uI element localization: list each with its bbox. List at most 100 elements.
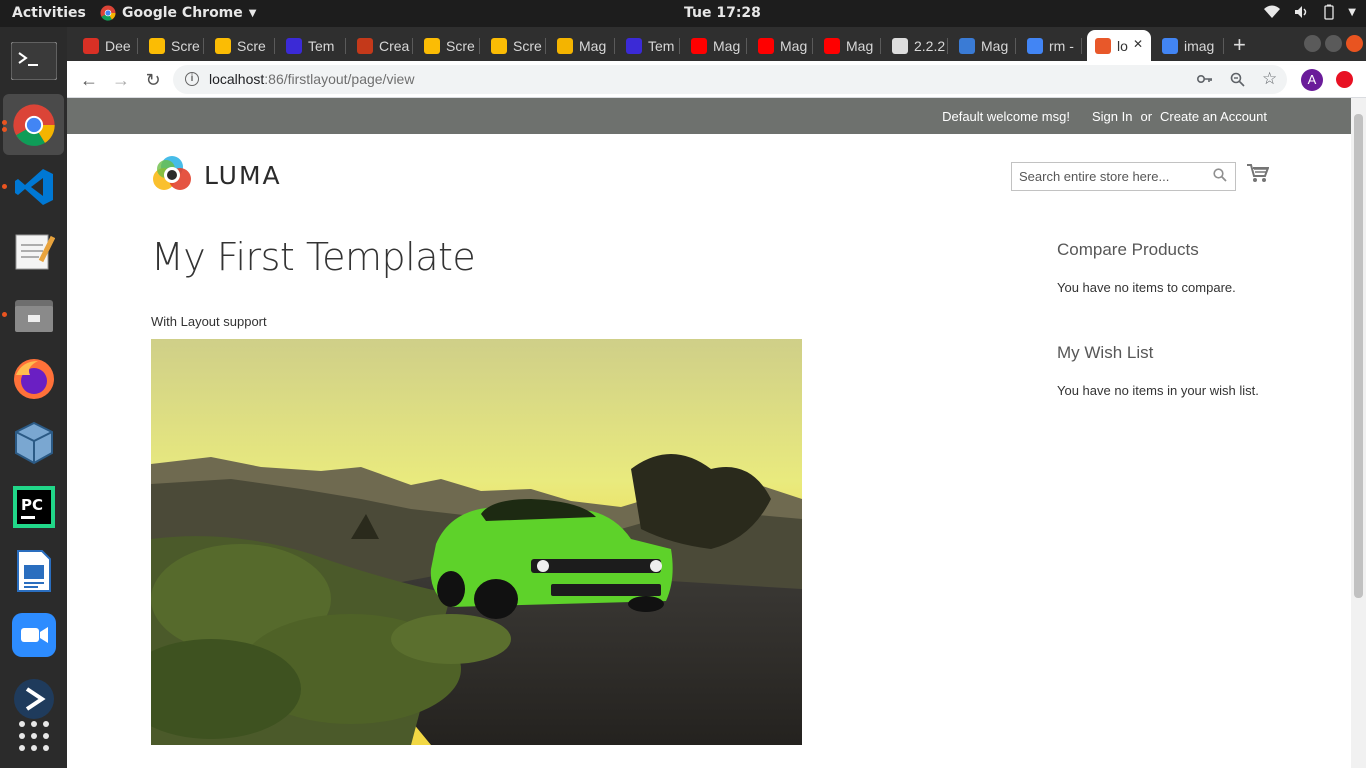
photos-icon [424,37,440,54]
browser-tab[interactable]: Scre [207,30,275,61]
back-icon[interactable]: ← [78,69,100,91]
clock[interactable]: Tue 17:28 [684,5,761,21]
slides-icon [557,37,573,54]
dock-chrome[interactable] [3,94,64,155]
page-viewport: Default welcome msg! Sign In or Create a… [67,98,1351,768]
key-icon[interactable] [1197,73,1213,85]
wishlist-title: My Wish List [1057,343,1154,362]
search-icon[interactable] [1213,168,1227,182]
running-indicator [2,312,7,317]
pycharm-icon: PC [12,485,55,528]
store-header-bar: Default welcome msg! Sign In or Create a… [67,98,1351,134]
vscode-icon [14,168,53,205]
page-scrollbar[interactable] [1351,98,1366,768]
maximize-button[interactable] [1325,35,1342,52]
photos-icon [491,37,507,54]
tab-label: Tem [308,37,335,54]
extension-icon[interactable] [1336,71,1353,88]
car-photo [151,339,802,745]
luma-logo-icon [153,156,191,190]
browser-tab[interactable]: Tem [618,30,680,61]
zoom-magnifier-icon[interactable] [1230,72,1245,87]
close-window-button[interactable] [1346,35,1363,52]
app-grid-icon [18,720,49,751]
activities-button[interactable]: Activities [12,5,86,21]
browser-tab[interactable]: Mag [750,30,813,61]
running-indicator [2,120,7,125]
tab-label: lo [1117,37,1128,54]
tab-separator [947,38,948,54]
sign-in-link[interactable]: Sign In [1092,109,1132,124]
app-menu[interactable]: Google Chrome ▼ [100,5,256,21]
scrollbar-thumb[interactable] [1354,114,1363,598]
or-text: or [1140,109,1153,124]
browser-tab[interactable]: Crea [349,30,413,61]
browser-tab[interactable]: 2.2.2 [884,30,948,61]
dock-text-editor[interactable] [3,220,64,281]
browser-tab[interactable]: Mag [816,30,881,61]
dock-pycharm[interactable]: PC [3,476,64,537]
search-input[interactable] [1012,163,1207,190]
cart-icon[interactable] [1247,163,1269,183]
php-icon [626,37,642,54]
site-info-icon[interactable]: i [185,72,199,86]
app-menu-label: Google Chrome [122,5,243,21]
chrome-icon [100,5,116,21]
browser-tab[interactable]: Tem [278,30,346,61]
minimize-button[interactable] [1304,35,1321,52]
reload-icon[interactable]: ↻ [142,69,164,91]
browser-tab[interactable]: rm - [1019,30,1082,61]
tab-label: Mag [780,37,808,54]
browser-tab[interactable]: imag [1154,30,1224,61]
dock-virtualbox[interactable] [3,412,64,473]
system-tray[interactable]: ▼ [1264,4,1356,20]
browser-tab[interactable]: Mag [683,30,747,61]
tab-separator [274,38,275,54]
dock-terminal[interactable] [3,30,64,91]
browser-tab[interactable]: Mag [951,30,1016,61]
show-applications-button[interactable] [3,705,64,766]
tab-separator [203,38,204,54]
tab-label: Tem [648,37,675,54]
dock-zoom[interactable] [3,604,64,665]
browser-tab[interactable]: Scre [141,30,204,61]
star-icon[interactable]: ☆ [1262,69,1277,89]
profile-avatar[interactable]: A [1301,69,1323,91]
close-tab-icon[interactable]: ✕ [1133,37,1143,51]
tab-separator [746,38,747,54]
browser-tab[interactable]: Scre [483,30,546,61]
zoom-icon [11,612,56,657]
text-editor-icon [15,234,55,269]
browser-tab[interactable]: Scre [416,30,480,61]
new-tab-button[interactable]: + [1233,32,1246,58]
url-text[interactable]: localhost:86/firstlayout/page/view [209,71,414,87]
page-subtitle: With Layout support [151,314,267,329]
search-box [1011,162,1236,191]
tab-separator [1081,38,1082,54]
youtube-icon [824,37,840,54]
site-icon [959,37,975,54]
tab-label: Scre [171,37,200,54]
system-top-bar: Activities Google Chrome ▼ Tue 17:28 ▼ [0,0,1366,27]
writer-icon [16,549,51,592]
dock-vscode[interactable] [3,156,64,217]
store-logo[interactable]: LUMA [152,155,282,195]
browser-tab[interactable]: Mag [549,30,615,61]
tab-label: Scre [513,37,542,54]
dock-files[interactable] [3,284,64,345]
browser-tab[interactable]: lo ✕ [1087,30,1151,61]
tab-label: rm - [1049,37,1074,54]
forward-icon[interactable]: → [110,69,132,91]
dock-firefox[interactable] [3,348,64,409]
address-bar[interactable]: i localhost:86/firstlayout/page/view ☆ [173,65,1287,94]
volume-icon [1295,6,1307,18]
create-account-link[interactable]: Create an Account [1160,109,1267,124]
virtualbox-icon [14,421,53,464]
tab-label: Mag [713,37,741,54]
browser-tab[interactable]: Dee [75,30,138,61]
browser-toolbar: ← → ↻ i localhost:86/firstlayout/page/vi… [67,61,1366,98]
magento-icon [1095,37,1111,54]
tab-separator [1015,38,1016,54]
tab-separator [880,38,881,54]
dock-writer[interactable] [3,540,64,601]
